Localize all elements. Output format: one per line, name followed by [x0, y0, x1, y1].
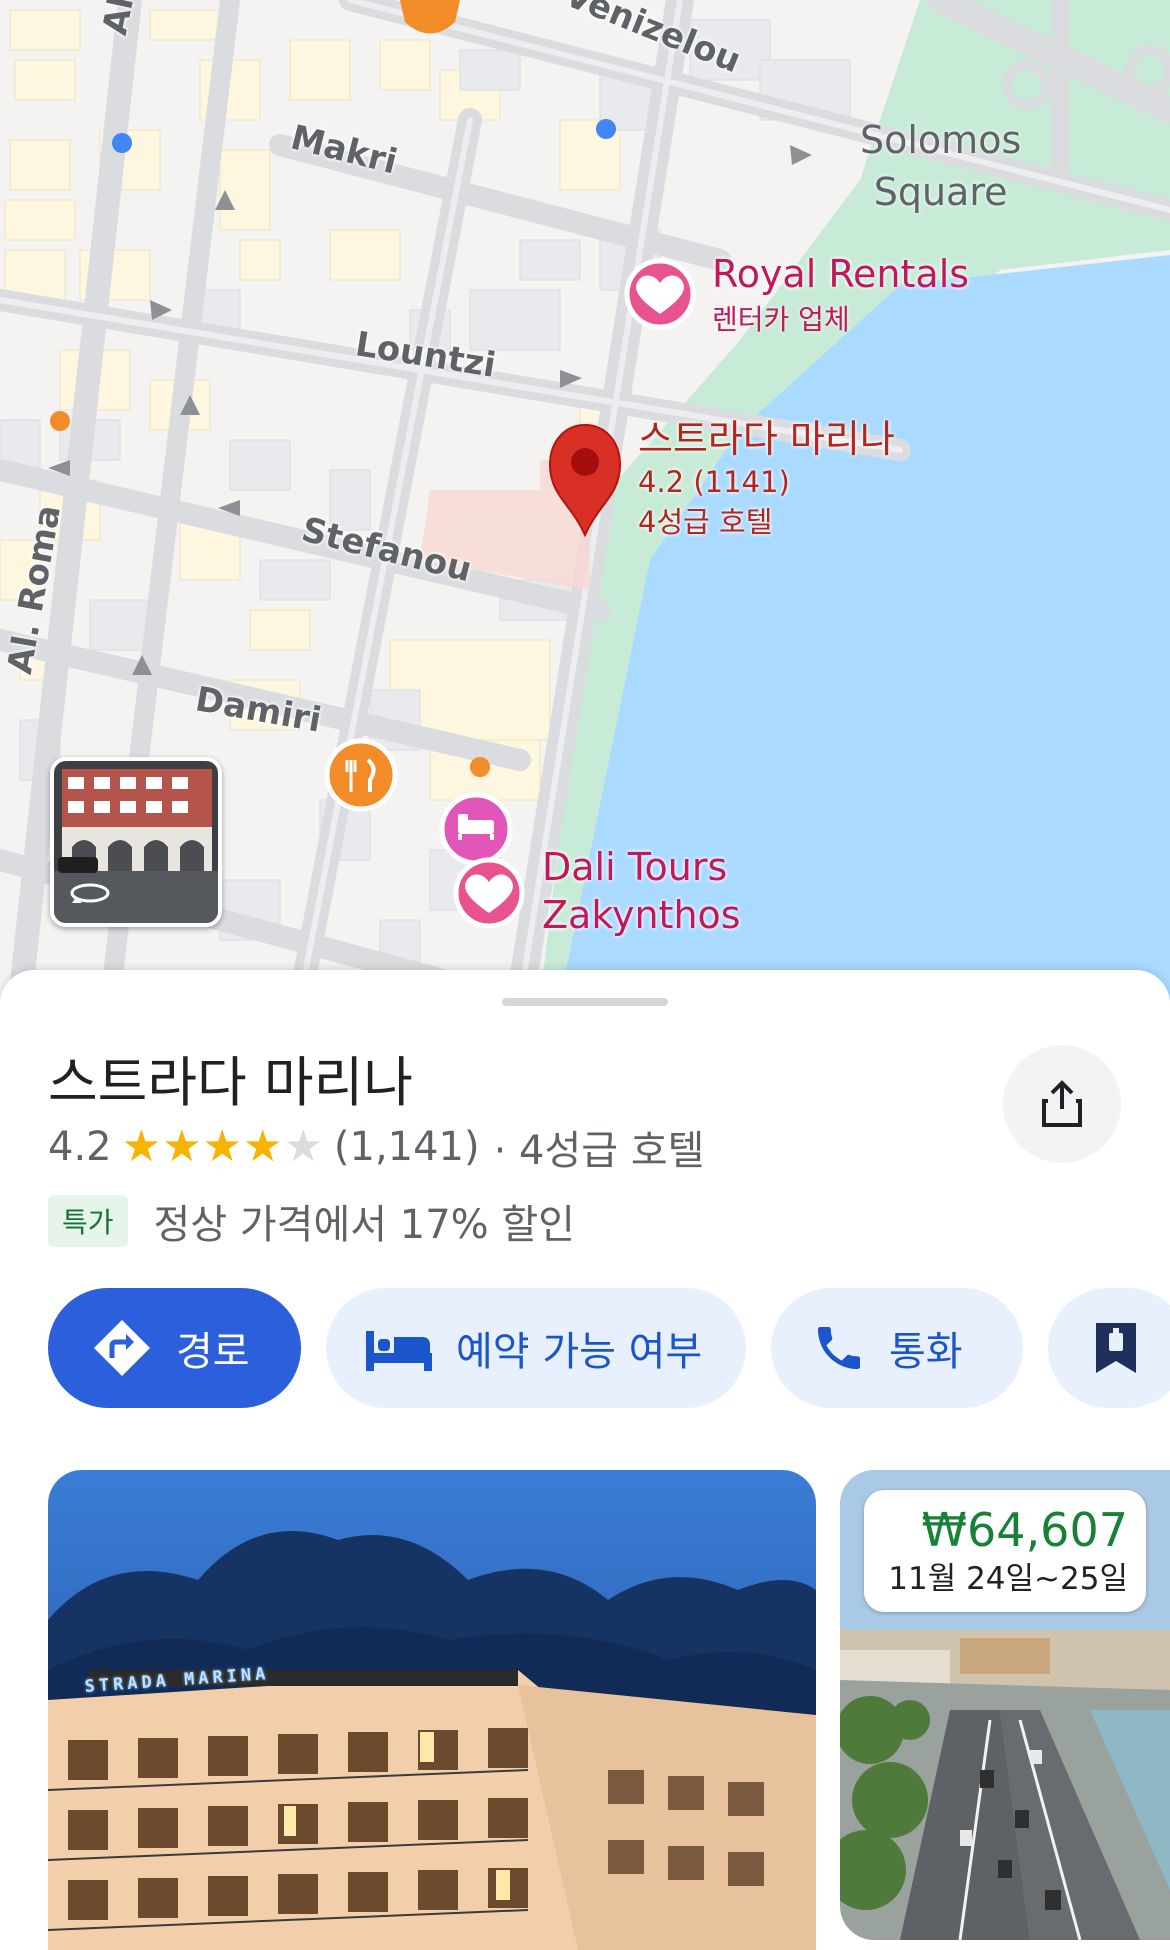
- street-view-thumbnail[interactable]: [50, 757, 222, 927]
- restaurant-icon[interactable]: [324, 738, 398, 812]
- poi-dali-tours[interactable]: Dali Tours Zakynthos: [542, 843, 741, 939]
- rating-row[interactable]: 4.2 ★ ★ ★ ★ ★ (1,141) · 4성급 호텔: [48, 1122, 704, 1174]
- star-icon: ★: [121, 1121, 162, 1172]
- poi-royal-rentals-name: Royal Rentals: [712, 252, 970, 296]
- deal-row: 특가 정상 가격에서 17% 할인: [48, 1192, 575, 1250]
- call-label: 통화: [889, 1329, 963, 1375]
- star-rating: ★ ★ ★ ★ ★: [122, 1125, 324, 1169]
- call-button[interactable]: 통화: [771, 1288, 1023, 1408]
- place-label-solomos-square: Solomos Square: [860, 118, 1022, 214]
- sheet-drag-handle[interactable]: [502, 998, 668, 1006]
- bed-icon: [366, 1331, 432, 1371]
- star-icon: ★: [283, 1121, 323, 1172]
- directions-icon: [94, 1320, 150, 1376]
- check-availability-button[interactable]: 예약 가능 여부: [326, 1288, 746, 1408]
- place-category: · 4성급 호텔: [493, 1128, 705, 1174]
- price-dates: 11월 24일~25일: [888, 1561, 1128, 1597]
- review-count[interactable]: (1,141): [334, 1124, 480, 1170]
- price-amount: ₩64,607: [921, 1503, 1128, 1557]
- street-view-rotate-icon: [68, 879, 112, 907]
- bookmark-icon: [1096, 1323, 1136, 1373]
- price-badge[interactable]: ₩64,607 11월 24일~25일: [864, 1490, 1146, 1612]
- share-button[interactable]: [1003, 1045, 1121, 1163]
- poi-royal-rentals[interactable]: Royal Rentals 렌터카 업체: [712, 250, 969, 338]
- heart-icon[interactable]: [453, 857, 525, 929]
- star-icon: ★: [242, 1121, 283, 1172]
- selected-place-rating: 4.2 (1141): [638, 465, 790, 499]
- selected-place-category: 4성급 호텔: [638, 505, 773, 539]
- directions-label: 경로: [176, 1329, 250, 1375]
- hotel-photo-main[interactable]: STRADA MARINA: [48, 1470, 816, 1950]
- save-button[interactable]: [1048, 1288, 1170, 1408]
- deal-badge: 특가: [48, 1195, 128, 1247]
- star-icon: ★: [202, 1121, 242, 1172]
- poi-royal-rentals-category: 렌터카 업체: [712, 303, 850, 336]
- phone-icon: [818, 1327, 860, 1369]
- poi-dali-tours-line1: Dali Tours: [542, 845, 728, 889]
- map[interactable]: Venizelou Al. Ro Makri SolomosSquare Lou…: [0, 0, 1170, 1014]
- share-icon: [1042, 1080, 1082, 1127]
- heart-icon[interactable]: [624, 258, 696, 330]
- action-chips: 경로 예약 가능 여부 통화: [48, 1288, 1170, 1408]
- rating-value: 4.2: [48, 1124, 112, 1170]
- selected-place-name: 스트라다 마리나: [638, 417, 895, 461]
- hotel-photo-street[interactable]: ₩64,607 11월 24일~25일: [840, 1470, 1170, 1940]
- deal-text: 정상 가격에서 17% 할인: [153, 1202, 575, 1248]
- selected-place-label[interactable]: 스트라다 마리나 4.2 (1141) 4성급 호텔: [638, 416, 895, 542]
- star-icon: ★: [162, 1121, 202, 1172]
- place-details-sheet[interactable]: 스트라다 마리나 4.2 ★ ★ ★ ★ ★ (1,141) · 4성급 호텔 특가 정…: [0, 970, 1170, 1950]
- hotel-icon[interactable]: [439, 792, 513, 866]
- poi-dali-tours-line2: Zakynthos: [542, 893, 741, 937]
- check-availability-label: 예약 가능 여부: [456, 1329, 703, 1375]
- directions-button[interactable]: 경로: [48, 1288, 301, 1408]
- place-title: 스트라다 마리나: [48, 1051, 413, 1114]
